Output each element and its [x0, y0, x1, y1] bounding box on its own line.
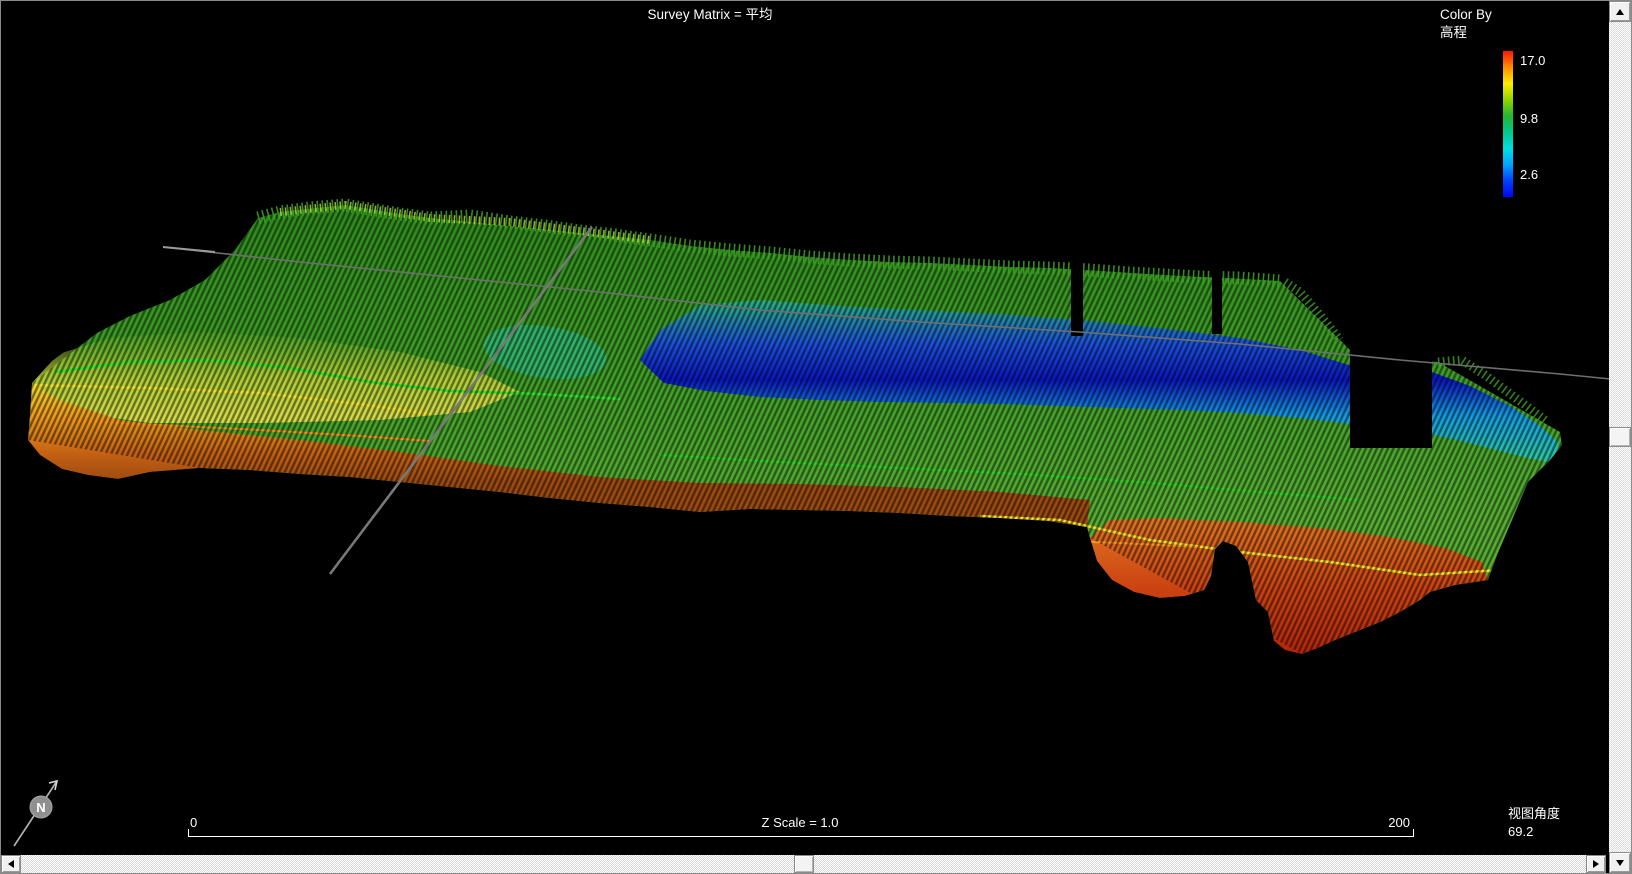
- legend-color-by-field: 高程: [1440, 25, 1467, 40]
- legend-mid-value: 9.8: [1520, 111, 1539, 126]
- right-arrow-icon: [1593, 860, 1599, 868]
- vertical-scrollbar[interactable]: [1609, 1, 1631, 873]
- horizontal-scrollbar[interactable]: [1, 855, 1606, 873]
- down-arrow-icon: [1616, 859, 1624, 866]
- survey-3d-window: N Survey Matrix = 平均 Color By 高程 17.0 9.…: [0, 0, 1632, 874]
- legend-title: Color By: [1440, 7, 1492, 22]
- scalebar-start-label: 0: [190, 815, 198, 830]
- vertical-scrollbar-thumb[interactable]: [1609, 427, 1631, 447]
- survey-surface: [28, 205, 1562, 654]
- horizontal-scrollbar-thumb[interactable]: [794, 855, 814, 873]
- legend-colorbar: [1503, 51, 1513, 197]
- distance-scalebar: [188, 829, 1414, 837]
- view-angle-label: 视图角度: [1508, 806, 1561, 821]
- up-arrow-icon: [1616, 8, 1624, 15]
- view-title: Survey Matrix = 平均: [647, 7, 773, 22]
- scroll-up-button[interactable]: [1609, 1, 1631, 22]
- scroll-left-button[interactable]: [1, 855, 21, 873]
- scalebar-end-label: 200: [1388, 815, 1410, 830]
- left-arrow-icon: [8, 860, 14, 868]
- north-arrow-icon: N: [13, 779, 59, 847]
- scroll-right-button[interactable]: [1586, 855, 1606, 873]
- scroll-down-button[interactable]: [1609, 852, 1631, 873]
- legend-min-value: 2.6: [1520, 167, 1539, 182]
- svg-text:N: N: [36, 800, 45, 815]
- view-angle-value: 69.2: [1508, 824, 1534, 839]
- legend-max-value: 17.0: [1520, 53, 1546, 68]
- 3d-surface-viewport[interactable]: N: [0, 0, 1632, 874]
- z-scale-label: Z Scale = 1.0: [761, 815, 839, 830]
